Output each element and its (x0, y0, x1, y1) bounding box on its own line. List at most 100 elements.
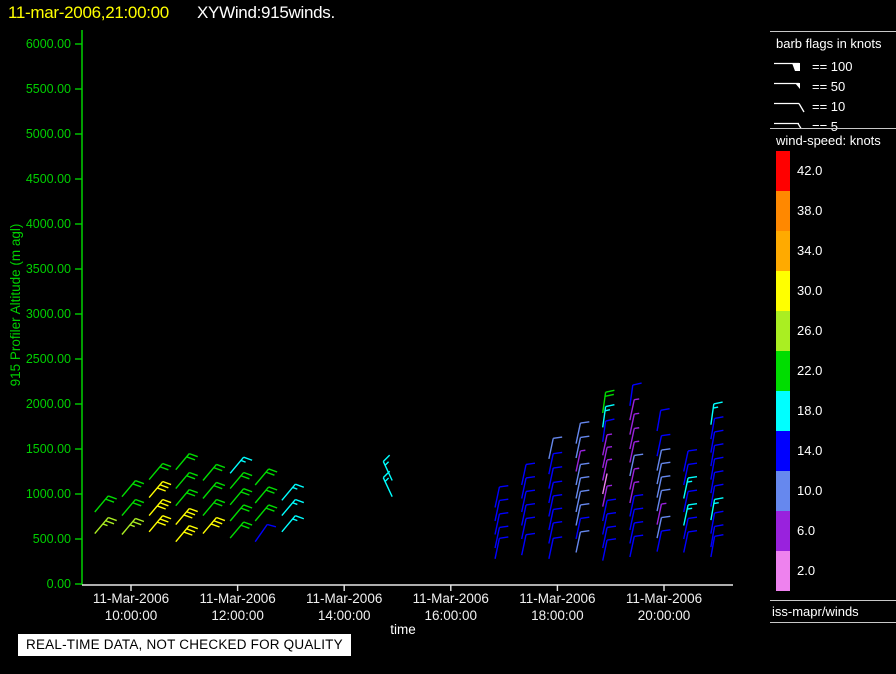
barb-legend-label: == 100 (812, 58, 853, 74)
wind-barb (521, 532, 536, 556)
barb-feather (661, 448, 671, 451)
colorbar-label: 30.0 (797, 283, 823, 298)
barb-feather (605, 389, 615, 393)
barb-feather (580, 462, 590, 466)
wind-barb (629, 507, 644, 531)
barb-feather (159, 484, 169, 489)
barb-feather (186, 475, 196, 480)
barb-half-feather (634, 440, 640, 443)
y-tick-label: 3500.00 (26, 262, 71, 276)
wind-barb (710, 456, 724, 480)
barb-feather (605, 418, 615, 422)
barb-staff (175, 472, 190, 490)
colorbar-labels: 42.0 38.0 34.0 30.0 26.0 22.0 18.0 14.0 10.0 6.0 2… (797, 151, 822, 591)
wind-barb (629, 453, 644, 477)
barb-staff (382, 461, 393, 481)
barb-feather (240, 524, 250, 529)
x-tick-time: 14:00:00 (318, 608, 371, 623)
full-barb-glyph (798, 103, 805, 113)
barb-feather (687, 516, 698, 520)
wind-barb (683, 516, 698, 540)
y-tick-label: 6000.00 (26, 37, 71, 51)
barb-legend: == 100 == 50 == 10 == 5 (772, 57, 896, 137)
barb-feather (499, 484, 509, 488)
barb-feather (525, 532, 536, 536)
barb-half-feather (634, 481, 640, 484)
barb-feather (661, 461, 671, 465)
barb-feather (553, 480, 563, 484)
barb-feather (135, 498, 145, 504)
barb-staff (229, 504, 245, 522)
wind-barbs (94, 382, 724, 561)
x-tick-time: 16:00:00 (425, 608, 478, 623)
barb-feather (499, 511, 509, 515)
barb-half-feather (292, 486, 298, 490)
barb-feather (660, 408, 670, 412)
y-tick-label: 5500.00 (26, 82, 71, 96)
barb-staff (281, 483, 296, 501)
barb-feather (634, 453, 644, 457)
barb-feather (553, 451, 563, 455)
wind-barb (629, 493, 644, 517)
barb-feather (295, 515, 305, 520)
barb-feather (714, 443, 724, 447)
barb-feather (687, 475, 698, 479)
wind-barb (175, 488, 198, 507)
barb-half-feather (687, 507, 693, 510)
colorbar-label: 34.0 (797, 243, 823, 258)
barb-feather (265, 489, 275, 494)
wind-barb (202, 481, 226, 499)
barb-feather (105, 498, 115, 503)
wind-barb (710, 429, 724, 453)
barb-feather (243, 521, 253, 526)
barb-feather (186, 456, 196, 461)
barb-feather (295, 483, 305, 488)
wind-barb (254, 486, 278, 504)
wind-barb (575, 529, 590, 553)
wind-barb (710, 443, 724, 467)
barb-feather (268, 486, 278, 491)
wind-barb (602, 538, 617, 561)
wind-barb (521, 502, 536, 526)
wind-barb (148, 515, 172, 533)
wind-barb (175, 507, 198, 526)
barb-staff (94, 495, 109, 513)
barb-feather (240, 491, 250, 496)
barb-feather (213, 520, 223, 525)
barb-feather (265, 471, 275, 476)
wind-barb (629, 520, 644, 544)
axes: 0.00 500.00 1000.00 1500.00 2000.00 2500.00 30… (26, 30, 733, 623)
wind-barb (683, 502, 698, 526)
wind-barb (521, 489, 536, 513)
barb-staff (202, 481, 217, 499)
colorbar-swatch (776, 511, 790, 551)
x-tick-date: 11-Mar-2006 (93, 591, 169, 606)
barb-feather (295, 498, 305, 504)
barb-feather (162, 498, 172, 504)
colorbar-swatch (776, 231, 790, 271)
colorbar-label: 38.0 (797, 203, 823, 218)
barb-feather (525, 475, 536, 479)
barb-half-feather (384, 477, 390, 482)
colorbar (776, 151, 790, 591)
colorbar-label: 2.0 (797, 563, 816, 578)
colorbar-label: 42.0 (797, 163, 823, 178)
barb-feather (525, 516, 536, 520)
barb-feather (132, 502, 142, 507)
barb-staff (254, 504, 270, 522)
wind-barb (148, 462, 172, 481)
barb-half-feather (292, 502, 298, 506)
barb-feather (605, 404, 615, 408)
barb-feather (713, 401, 723, 405)
colorbar-swatch (776, 191, 790, 231)
source-separator-bottom (770, 622, 896, 623)
barb-feather (183, 514, 193, 519)
x-tick-date: 11-Mar-2006 (306, 591, 382, 606)
barb-feather (525, 489, 536, 493)
wind-profile-plot[interactable]: 0.00 500.00 1000.00 1500.00 2000.00 2500.00 30… (0, 0, 896, 674)
barb-staff (121, 499, 136, 517)
barb-feather (553, 493, 563, 497)
colorbar-label: 10.0 (797, 483, 823, 498)
wind-barb (548, 451, 563, 475)
wind-barb (548, 480, 563, 504)
